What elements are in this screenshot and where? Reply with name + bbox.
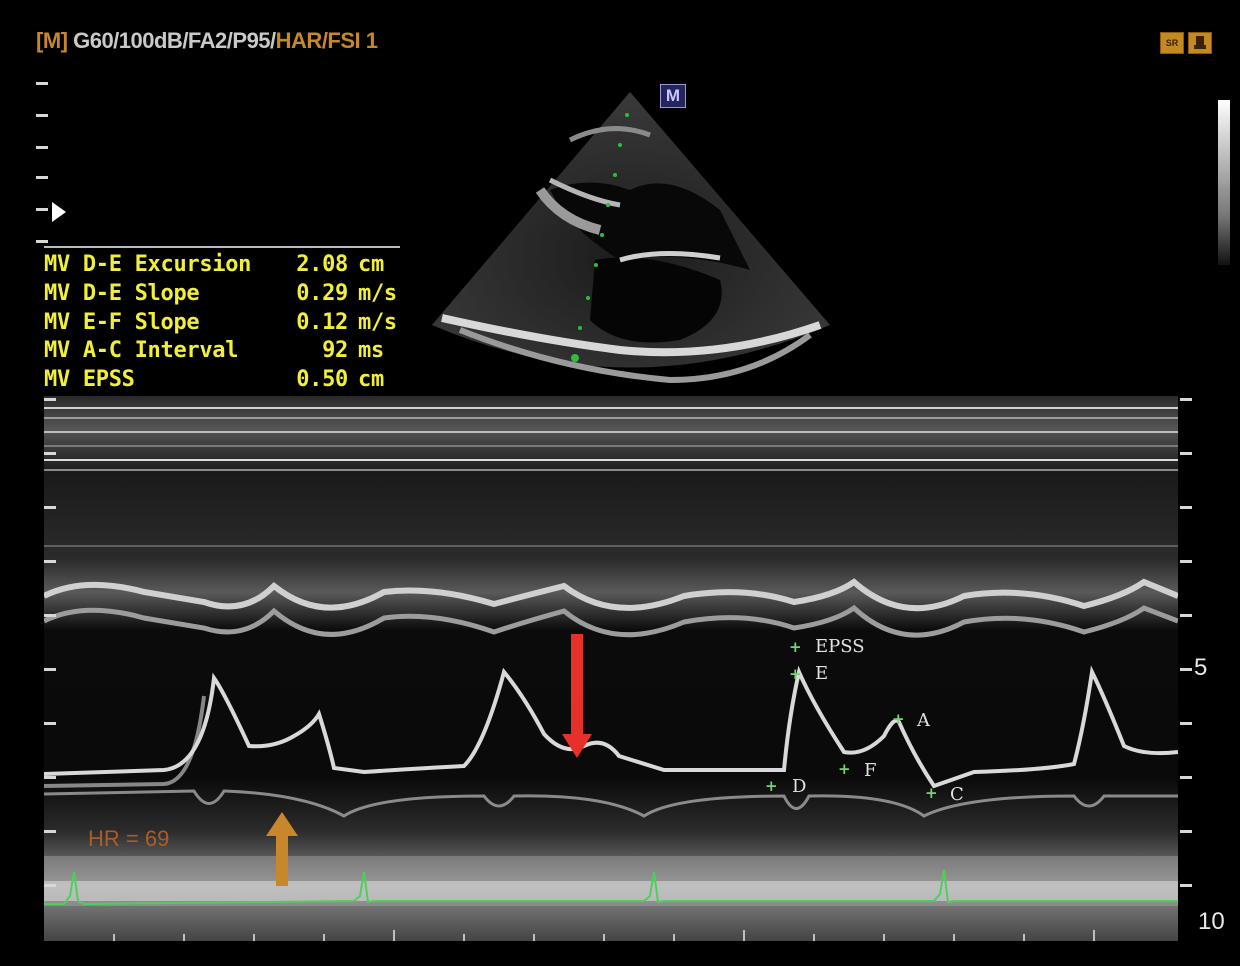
measurement-label: MV D-E Slope: [44, 281, 200, 306]
caliper-mark[interactable]: +: [892, 710, 905, 728]
depth-tick: [36, 240, 48, 243]
measurement-unit: m/s: [358, 281, 397, 306]
depth-ruler-2d: [36, 80, 56, 250]
depth-label-5: 5: [1194, 654, 1208, 681]
grayscale-bar: [1218, 100, 1230, 265]
depth-tick: [1180, 668, 1192, 671]
depth-tick: [1180, 830, 1192, 833]
probe-icon: [1188, 32, 1212, 54]
ultrasound-screen: [M] G60/100dB/FA2/P95/HAR/FSI 1 SR M MV …: [0, 0, 1240, 966]
depth-tick: [44, 776, 56, 779]
depth-tick: [36, 114, 48, 117]
focus-marker-icon[interactable]: [52, 202, 66, 222]
depth-tick: [44, 614, 56, 617]
caliper-mark[interactable]: +: [925, 784, 938, 802]
depth-tick: [1180, 614, 1192, 617]
caliper-mark[interactable]: +: [789, 638, 802, 656]
depth-tick: [44, 506, 56, 509]
measurement-value: 2.08: [296, 252, 348, 277]
depth-tick: [1180, 506, 1192, 509]
measurement-row: MV A-C Interval 92 ms: [44, 338, 384, 363]
depth-tick: [1180, 722, 1192, 725]
measurement-unit: cm: [358, 252, 384, 277]
measurement-row: MV D-E Excursion 2.08 cm: [44, 252, 384, 277]
depth-tick: [36, 82, 48, 85]
measurement-row: MV E-F Slope 0.12 m/s: [44, 310, 397, 335]
depth-tick: [44, 560, 56, 563]
measurement-panel: MV D-E Excursion 2.08 cm MV D-E Slope 0.29 m…: [44, 246, 400, 400]
depth-tick: [1180, 452, 1192, 455]
depth-tick: [44, 722, 56, 725]
depth-scale-mmode: 5 10: [1180, 396, 1240, 941]
point-label-e: E: [815, 663, 829, 684]
measurement-unit: m/s: [358, 310, 397, 335]
depth-tick: [44, 668, 56, 671]
depth-tick: [44, 830, 56, 833]
point-label-epss: EPSS: [815, 636, 865, 657]
depth-label-10: 10: [1198, 908, 1225, 935]
measurement-label: MV A-C Interval: [44, 338, 239, 363]
mode-tag: [M]: [36, 28, 68, 53]
caliper-mark[interactable]: +: [838, 760, 851, 778]
depth-tick: [36, 146, 48, 149]
depth-tick: [36, 208, 48, 211]
status-icons: SR: [1160, 32, 1212, 54]
preset-icon: SR: [1160, 32, 1184, 54]
measurement-value: 0.29: [296, 281, 348, 306]
point-label-c: C: [950, 784, 964, 805]
measurement-value: 92: [322, 338, 348, 363]
depth-tick: [44, 452, 56, 455]
measurement-unit: ms: [358, 338, 384, 363]
measurement-row: MV EPSS 0.50 cm: [44, 367, 384, 392]
measurement-row: MV D-E Slope 0.29 m/s: [44, 281, 397, 306]
depth-tick: [36, 176, 48, 179]
measurement-value: 0.50: [296, 367, 348, 392]
sector-image: [432, 92, 830, 384]
depth-tick: [1180, 776, 1192, 779]
acquisition-params: [M] G60/100dB/FA2/P95/HAR/FSI 1: [36, 28, 378, 54]
measurement-label: MV EPSS: [44, 367, 135, 392]
depth-tick: [1180, 398, 1192, 401]
m-mode-cursor-badge: M: [660, 84, 686, 108]
point-label-f: F: [864, 760, 877, 781]
heart-rate-label: HR = 69: [88, 826, 170, 851]
depth-tick: [44, 398, 56, 401]
depth-tick: [44, 884, 56, 887]
caliper-mark[interactable]: +: [789, 665, 802, 683]
measurement-label: MV D-E Excursion: [44, 252, 252, 277]
depth-tick: [1180, 560, 1192, 563]
caliper-mark[interactable]: +: [765, 777, 778, 795]
params-gain: G60/100dB/FA2/P95/: [67, 28, 276, 53]
measurement-label: MV E-F Slope: [44, 310, 200, 335]
depth-tick: [1180, 884, 1192, 887]
measurement-unit: cm: [358, 367, 384, 392]
left-ticks-mmode: [44, 396, 58, 941]
m-mode-trace: [44, 396, 1178, 941]
params-harmonic: HAR/FSI 1: [275, 28, 378, 53]
point-label-d: D: [792, 776, 807, 797]
measurement-value: 0.12: [296, 310, 348, 335]
point-label-a: A: [917, 710, 930, 731]
